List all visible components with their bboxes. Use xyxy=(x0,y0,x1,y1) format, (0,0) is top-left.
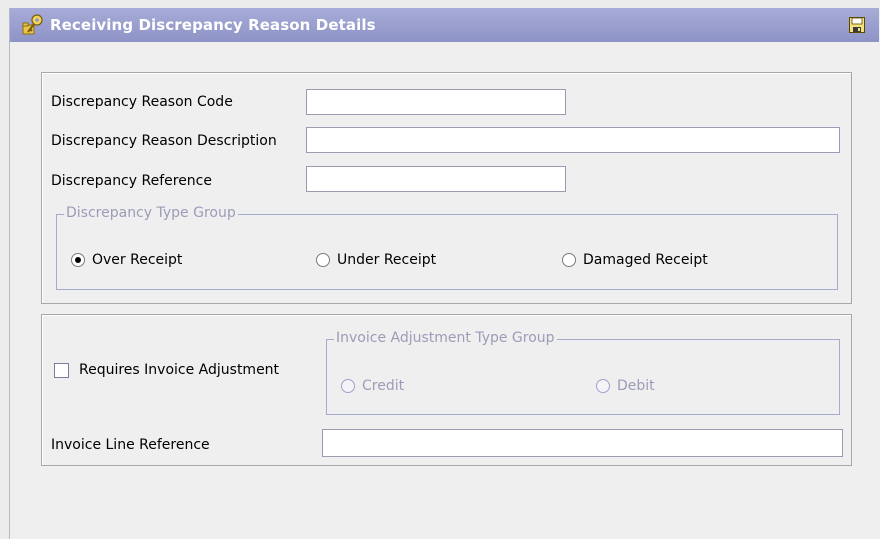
reason-description-label: Discrepancy Reason Description xyxy=(51,133,277,149)
reason-description-input[interactable] xyxy=(306,127,840,153)
line-reference-label: Invoice Line Reference xyxy=(51,437,210,453)
debit-radio[interactable]: Debit xyxy=(596,378,655,394)
radio-button[interactable] xyxy=(316,253,330,267)
radio-button[interactable] xyxy=(71,253,85,267)
radio-label: Damaged Receipt xyxy=(583,252,708,268)
key-folder-icon xyxy=(22,14,43,35)
over-receipt-radio[interactable]: Over Receipt xyxy=(71,252,182,268)
radio-button[interactable] xyxy=(341,379,355,393)
details-window: Receiving Discrepancy Reason Details Dis… xyxy=(9,8,880,539)
discrepancy-type-group: Discrepancy Type Group Over Receipt Unde… xyxy=(56,205,838,290)
invoice-adjustment-type-group: Invoice Adjustment Type Group Credit Deb… xyxy=(326,330,840,415)
requires-adjustment-label: Requires Invoice Adjustment xyxy=(79,362,280,378)
adjustment-group-legend: Invoice Adjustment Type Group xyxy=(334,330,557,346)
floppy-disk-icon[interactable] xyxy=(849,17,865,33)
radio-label: Credit xyxy=(362,378,405,394)
requires-adjustment-checkbox[interactable] xyxy=(54,363,69,378)
reference-input[interactable] xyxy=(306,166,566,192)
line-reference-input[interactable] xyxy=(322,429,843,457)
radio-label: Debit xyxy=(617,378,655,394)
radio-button[interactable] xyxy=(596,379,610,393)
reason-code-input[interactable] xyxy=(306,89,566,115)
discrepancy-panel: Discrepancy Reason Code Discrepancy Reas… xyxy=(41,72,852,304)
credit-radio[interactable]: Credit xyxy=(341,378,404,394)
damaged-receipt-radio[interactable]: Damaged Receipt xyxy=(562,252,708,268)
radio-button[interactable] xyxy=(562,253,576,267)
reason-code-label: Discrepancy Reason Code xyxy=(51,94,233,110)
title-bar: Receiving Discrepancy Reason Details xyxy=(10,8,879,42)
reference-label: Discrepancy Reference xyxy=(51,173,212,189)
invoice-panel: Requires Invoice Adjustment Invoice Adju… xyxy=(41,314,852,466)
window-title: Receiving Discrepancy Reason Details xyxy=(50,16,376,34)
radio-label: Over Receipt xyxy=(92,252,183,268)
type-group-legend: Discrepancy Type Group xyxy=(64,205,238,221)
radio-label: Under Receipt xyxy=(337,252,437,268)
under-receipt-radio[interactable]: Under Receipt xyxy=(316,252,436,268)
